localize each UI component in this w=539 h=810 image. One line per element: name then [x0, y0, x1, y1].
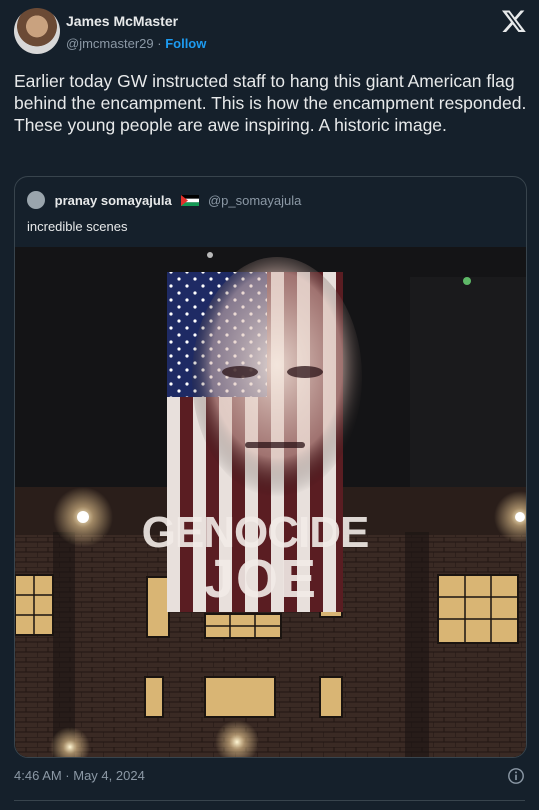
follow-button[interactable]: Follow	[165, 36, 206, 51]
author-handle[interactable]: @jmcmaster29	[66, 36, 154, 51]
quoted-tweet-header: pranay somayajula @p_somayajula	[27, 191, 301, 209]
tweet-text: Earlier today GW instructed staff to han…	[14, 71, 527, 135]
tweet-header: James McMaster @jmcmaster29 · Follow	[14, 8, 529, 54]
palestine-flag-icon	[181, 195, 200, 206]
quoted-tweet-image[interactable]: GENOCIDE JOE	[15, 247, 526, 757]
quoted-tweet[interactable]: pranay somayajula @p_somayajula incredib…	[14, 176, 527, 758]
quoted-author-name: pranay somayajula	[54, 193, 172, 208]
info-icon[interactable]	[507, 767, 525, 785]
quoted-tweet-text: incredible scenes	[27, 219, 128, 234]
author-handle-row: @jmcmaster29 · Follow	[66, 36, 206, 51]
footer-divider	[14, 800, 525, 801]
author-name[interactable]: James McMaster	[66, 13, 178, 29]
tweet-timestamp[interactable]: 4:46 AM · May 4, 2024	[14, 768, 145, 783]
projected-text-joe: JOE	[204, 549, 318, 609]
projected-face	[192, 257, 362, 497]
quoted-author-handle: @p_somayajula	[207, 193, 302, 208]
quoted-author-avatar	[27, 191, 45, 209]
x-logo-icon[interactable]	[501, 8, 527, 34]
author-avatar[interactable]	[14, 8, 60, 54]
separator-dot: ·	[157, 36, 162, 51]
